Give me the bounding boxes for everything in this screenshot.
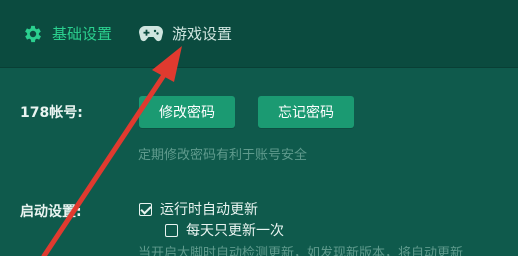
settings-panel: 178帐号: 修改密码 忘记密码 定期修改密码有利于账号安全 启动设置: 运行时…	[0, 68, 518, 256]
tab-game-label: 游戏设置	[172, 24, 233, 43]
settings-tabbar: 基础设置 游戏设置	[0, 0, 518, 68]
auto-update-option[interactable]: 运行时自动更新	[139, 199, 258, 219]
tab-game-settings[interactable]: 游戏设置	[138, 18, 232, 50]
gear-icon	[22, 23, 44, 45]
auto-update-checkbox[interactable]	[139, 202, 152, 216]
forgot-password-button[interactable]: 忘记密码	[258, 96, 354, 128]
startup-hint: 当开启大脚时自动检测更新，如发现新版本，将自动更新	[138, 246, 464, 256]
account-label: 178帐号:	[20, 105, 83, 121]
account-hint: 定期修改密码有利于账号安全	[138, 148, 308, 163]
tab-basic-label: 基础设置	[52, 24, 113, 43]
gamepad-icon	[138, 25, 164, 43]
change-password-button[interactable]: 修改密码	[139, 96, 235, 128]
auto-update-label: 运行时自动更新	[160, 202, 258, 218]
daily-update-label: 每天只更新一次	[186, 223, 284, 239]
tab-basic-settings[interactable]: 基础设置	[22, 18, 112, 50]
daily-update-checkbox[interactable]	[165, 223, 178, 237]
daily-update-option[interactable]: 每天只更新一次	[165, 220, 284, 240]
startup-label: 启动设置:	[20, 204, 82, 220]
